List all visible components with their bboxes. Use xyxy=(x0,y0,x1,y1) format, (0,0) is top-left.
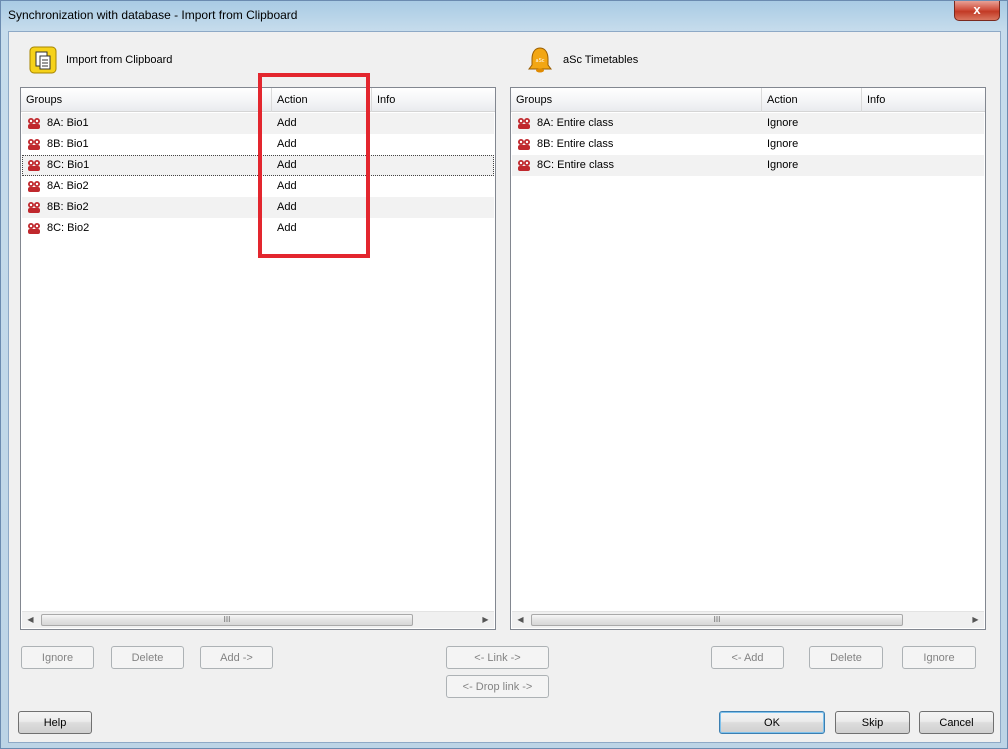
scroll-grip: III xyxy=(223,615,231,624)
bell-icon: aSc xyxy=(526,46,554,74)
table-row[interactable]: 8B: Entire class Ignore xyxy=(512,134,984,155)
group-name: 8C: Bio2 xyxy=(47,222,90,234)
group-action: Add xyxy=(277,117,297,129)
right-panel-header: aSc aSc Timetables xyxy=(526,46,638,74)
right-panel-title: aSc Timetables xyxy=(563,54,639,66)
skip-button[interactable]: Skip xyxy=(835,711,910,734)
group-icon xyxy=(28,202,40,213)
group-icon xyxy=(518,118,530,129)
table-row[interactable]: 8A: Bio2 Add xyxy=(22,176,494,197)
window-title: Synchronization with database - Import f… xyxy=(8,8,298,22)
group-action: Ignore xyxy=(767,138,799,150)
close-icon: x xyxy=(973,2,981,17)
link-button[interactable]: <- Link -> xyxy=(446,646,549,669)
svg-text:aSc: aSc xyxy=(536,58,545,64)
scroll-grip: III xyxy=(713,615,721,624)
table-row[interactable]: 8C: Bio1 Add xyxy=(22,155,494,176)
left-panel-header: Import from Clipboard xyxy=(29,46,172,74)
left-ignore-button[interactable]: Ignore xyxy=(21,646,94,669)
left-grid-header: Groups Action Info xyxy=(21,88,495,112)
dialog-window: Synchronization with database - Import f… xyxy=(0,0,1008,749)
group-icon xyxy=(28,118,40,129)
left-horizontal-scrollbar[interactable]: ◀ III ▶ xyxy=(22,611,494,628)
group-name: 8B: Bio1 xyxy=(47,138,89,150)
group-action: Ignore xyxy=(767,117,799,129)
right-horizontal-scrollbar[interactable]: ◀ III ▶ xyxy=(512,611,984,628)
group-action: Ignore xyxy=(767,159,799,171)
scroll-right-arrow-icon[interactable]: ▶ xyxy=(967,612,984,628)
group-name: 8A: Bio2 xyxy=(47,180,89,192)
close-button[interactable]: x xyxy=(954,1,1000,21)
right-col-action[interactable]: Action xyxy=(762,88,862,112)
left-col-groups[interactable]: Groups xyxy=(21,88,272,112)
add-left-button[interactable]: <- Add xyxy=(711,646,784,669)
left-panel-title: Import from Clipboard xyxy=(66,54,173,66)
group-name: 8A: Bio1 xyxy=(47,117,89,129)
add-right-button[interactable]: Add -> xyxy=(200,646,273,669)
right-groups-grid[interactable]: Groups Action Info 8A: Entire class Igno… xyxy=(510,87,986,630)
table-row[interactable]: 8A: Entire class Ignore xyxy=(512,113,984,134)
left-groups-grid[interactable]: Groups Action Info 8A: Bio1 Add 8B: Bio1… xyxy=(20,87,496,630)
table-row[interactable]: 8C: Bio2 Add xyxy=(22,218,494,239)
group-name: 8B: Bio2 xyxy=(47,201,89,213)
right-col-groups[interactable]: Groups xyxy=(511,88,762,112)
table-row[interactable]: 8A: Bio1 Add xyxy=(22,113,494,134)
title-bar[interactable]: Synchronization with database - Import f… xyxy=(1,1,1007,31)
left-col-info[interactable]: Info xyxy=(372,88,495,112)
group-action: Add xyxy=(277,138,297,150)
group-icon xyxy=(28,160,40,171)
group-name: 8A: Entire class xyxy=(537,117,614,129)
group-name: 8B: Entire class xyxy=(537,138,614,150)
group-icon xyxy=(518,160,530,171)
table-row[interactable]: 8B: Bio2 Add xyxy=(22,197,494,218)
group-icon xyxy=(28,139,40,150)
scroll-thumb[interactable]: III xyxy=(531,614,903,626)
drop-link-button[interactable]: <- Drop link -> xyxy=(446,675,549,698)
group-icon xyxy=(28,223,40,234)
clipboard-icon xyxy=(29,46,57,74)
group-action: Add xyxy=(277,201,297,213)
group-name: 8C: Entire class xyxy=(537,159,615,171)
table-row[interactable]: 8B: Bio1 Add xyxy=(22,134,494,155)
scroll-right-arrow-icon[interactable]: ▶ xyxy=(477,612,494,628)
help-button[interactable]: Help xyxy=(18,711,92,734)
right-delete-button[interactable]: Delete xyxy=(809,646,883,669)
right-grid-header: Groups Action Info xyxy=(511,88,985,112)
table-row[interactable]: 8C: Entire class Ignore xyxy=(512,155,984,176)
dialog-client-area: Import from Clipboard aSc aSc Timetables… xyxy=(8,31,1001,743)
right-col-info[interactable]: Info xyxy=(862,88,985,112)
group-icon xyxy=(518,139,530,150)
ok-button[interactable]: OK xyxy=(719,711,825,734)
left-delete-button[interactable]: Delete xyxy=(111,646,184,669)
left-col-action[interactable]: Action xyxy=(272,88,372,112)
scroll-left-arrow-icon[interactable]: ◀ xyxy=(512,612,529,628)
group-action: Add xyxy=(277,180,297,192)
group-icon xyxy=(28,181,40,192)
cancel-button[interactable]: Cancel xyxy=(919,711,994,734)
group-name: 8C: Bio1 xyxy=(47,159,90,171)
scroll-left-arrow-icon[interactable]: ◀ xyxy=(22,612,39,628)
right-ignore-button[interactable]: Ignore xyxy=(902,646,976,669)
scroll-thumb[interactable]: III xyxy=(41,614,413,626)
group-action: Add xyxy=(277,222,297,234)
group-action: Add xyxy=(277,159,297,171)
